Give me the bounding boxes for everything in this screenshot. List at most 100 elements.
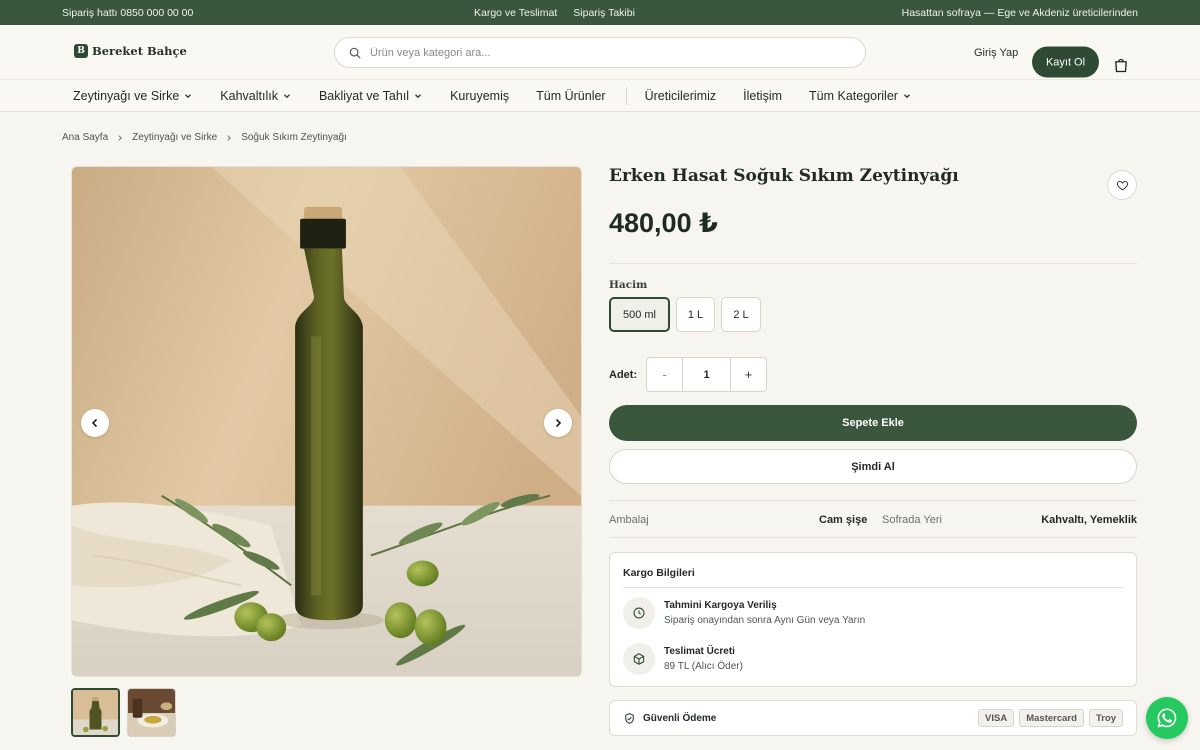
shipping-title: Kargo Bilgileri	[623, 567, 695, 579]
nav-label: Kuruyemiş	[450, 88, 510, 103]
product-price: 480,00 ₺	[609, 208, 718, 238]
chevron-down-icon	[415, 93, 422, 98]
nav-item-legumes[interactable]: Bakliyat ve Tahıl	[319, 89, 423, 103]
shipping-row-text: 89 TL (Alıcı Öder)	[664, 661, 743, 672]
quantity-input[interactable]: 1	[682, 358, 731, 391]
breadcrumb-category[interactable]: Zeytinyağı ve Sirke	[132, 132, 217, 143]
nav-item-contact[interactable]: İletişim	[743, 89, 782, 103]
chevron-left-icon	[91, 418, 98, 428]
divider	[609, 537, 1137, 538]
whatsapp-button[interactable]	[1146, 697, 1188, 739]
attribute-value: Cam şişe	[819, 514, 868, 526]
attribute-value: Kahvaltı, Yemeklik	[1041, 514, 1137, 526]
nav-item-all-categories[interactable]: Tüm Kategoriler	[809, 89, 912, 103]
search-input[interactable]	[370, 46, 850, 59]
shopping-bag-icon	[1115, 58, 1127, 73]
thumbnail-2[interactable]	[127, 688, 176, 737]
product-title: Erken Hasat Soğuk Sıkım Zeytinyağı	[609, 166, 959, 186]
gallery-prev-button[interactable]	[81, 409, 109, 437]
chevron-down-icon	[284, 93, 290, 98]
nav-item-producers[interactable]: Üreticilerimiz	[645, 89, 717, 103]
shipping-row-text: Sipariş onayından sonra Aynı Gün veya Ya…	[664, 615, 866, 626]
register-button[interactable]: Kayıt Ol	[1032, 46, 1099, 78]
shipping-row-fee: Teslimat Ücreti 89 TL (Alıcı Öder)	[623, 643, 743, 675]
chevron-down-icon	[904, 93, 910, 98]
thumbnail-1[interactable]	[71, 688, 120, 737]
search-bar[interactable]	[334, 37, 866, 68]
secure-payment-bar: Güvenli Ödeme VISA Mastercard Troy	[609, 700, 1137, 736]
top-bar: Sipariş hattı 0850 000 00 00 Kargo ve Te…	[0, 0, 1200, 25]
top-links: Kargo ve Teslimat Sipariş Takibi	[474, 7, 635, 19]
chevron-down-icon	[185, 93, 192, 98]
login-link[interactable]: Giriş Yap	[974, 47, 1018, 59]
visa-badge: VISA	[978, 709, 1015, 727]
logo-mark: B	[74, 44, 88, 58]
favorite-button[interactable]	[1107, 170, 1137, 200]
shipping-row-dispatch: Tahmini Kargoya Veriliş Sipariş onayında…	[623, 597, 865, 629]
header: B Bereket Bahçe Giriş Yap Kayıt Ol	[0, 25, 1200, 80]
nav-item-nuts[interactable]: Kuruyemiş	[450, 89, 509, 103]
thumbnail-image	[128, 689, 175, 736]
shield-check-icon	[625, 712, 634, 724]
logo-text: Bereket Bahçe	[92, 44, 187, 58]
chevron-right-icon	[118, 134, 123, 141]
product-image	[72, 167, 581, 676]
volume-label: Hacim	[609, 279, 648, 291]
cart-button[interactable]	[1112, 57, 1130, 80]
quantity-stepper: - 1 +	[646, 357, 767, 392]
mastercard-badge: Mastercard	[1019, 709, 1084, 727]
nav-label: İletişim	[743, 88, 783, 103]
heart-icon	[1116, 180, 1128, 190]
nav-item-olive-oil[interactable]: Zeytinyağı ve Sirke	[73, 89, 193, 103]
shipping-row-heading: Tahmini Kargoya Veriliş	[664, 600, 777, 611]
order-tracking-link[interactable]: Sipariş Takibi	[573, 7, 635, 19]
shipping-link[interactable]: Kargo ve Teslimat	[474, 7, 557, 19]
payment-cards: VISA Mastercard Troy	[978, 709, 1123, 727]
thumbnail-strip	[71, 688, 176, 737]
nav-item-all-products[interactable]: Tüm Ürünler	[536, 89, 605, 103]
divider	[609, 263, 1137, 264]
main-nav: Zeytinyağı ve Sirke Kahvaltılık Bakliyat…	[0, 80, 1200, 112]
box-icon	[623, 643, 655, 675]
quantity-increase-button[interactable]: +	[731, 358, 766, 391]
add-to-cart-button[interactable]: Sepete Ekle	[609, 405, 1137, 441]
logo[interactable]: B Bereket Bahçe	[74, 44, 187, 58]
divider	[623, 587, 1123, 588]
thumbnail-image	[73, 690, 118, 735]
troy-badge: Troy	[1088, 709, 1123, 727]
nav-label: Tüm Kategoriler	[809, 88, 898, 103]
volume-options: 500 ml 1 L 2 L	[609, 297, 761, 332]
search-icon	[349, 47, 361, 59]
nav-divider	[625, 86, 627, 105]
gallery-next-button[interactable]	[544, 409, 572, 437]
divider	[609, 500, 1137, 501]
clock-icon	[623, 597, 655, 629]
quantity-label: Adet:	[609, 369, 638, 381]
whatsapp-icon	[1157, 708, 1177, 728]
product-image-gallery[interactable]	[71, 166, 582, 677]
nav-label: Kahvaltılık	[220, 88, 278, 103]
nav-label: Üreticilerimiz	[644, 88, 717, 103]
secure-payment-label: Güvenli Ödeme	[643, 712, 717, 724]
nav-label: Zeytinyağı ve Sirke	[73, 88, 180, 103]
breadcrumb-current: Soğuk Sıkım Zeytinyağı	[241, 132, 347, 143]
shipping-info-card: Kargo Bilgileri Tahmini Kargoya Veriliş …	[609, 552, 1137, 687]
volume-option-500ml[interactable]: 500 ml	[609, 297, 670, 332]
chevron-right-icon	[227, 134, 232, 141]
shipping-row-heading: Teslimat Ücreti	[664, 646, 735, 657]
volume-option-2l[interactable]: 2 L	[721, 297, 761, 332]
breadcrumb-home[interactable]: Ana Sayfa	[62, 132, 108, 143]
hotline-text: Sipariş hattı 0850 000 00 00	[62, 6, 194, 19]
chevron-right-icon	[555, 418, 562, 428]
volume-option-1l[interactable]: 1 L	[676, 297, 715, 332]
breadcrumb: Ana Sayfa Zeytinyağı ve Sirke Soğuk Sıkı…	[62, 132, 347, 143]
quantity-decrease-button[interactable]: -	[647, 358, 682, 391]
tagline-text: Hasattan sofraya — Ege ve Akdeniz üretic…	[901, 6, 1138, 19]
secure-payment-label-group: Güvenli Ödeme	[623, 712, 716, 725]
nav-label: Tüm Ürünler	[536, 88, 606, 103]
attribute-key: Ambalaj	[609, 514, 649, 526]
buy-now-button[interactable]: Şimdi Al	[609, 449, 1137, 484]
nav-label: Bakliyat ve Tahıl	[318, 88, 410, 103]
nav-item-breakfast[interactable]: Kahvaltılık	[220, 89, 292, 103]
attribute-key: Sofrada Yeri	[882, 514, 942, 526]
